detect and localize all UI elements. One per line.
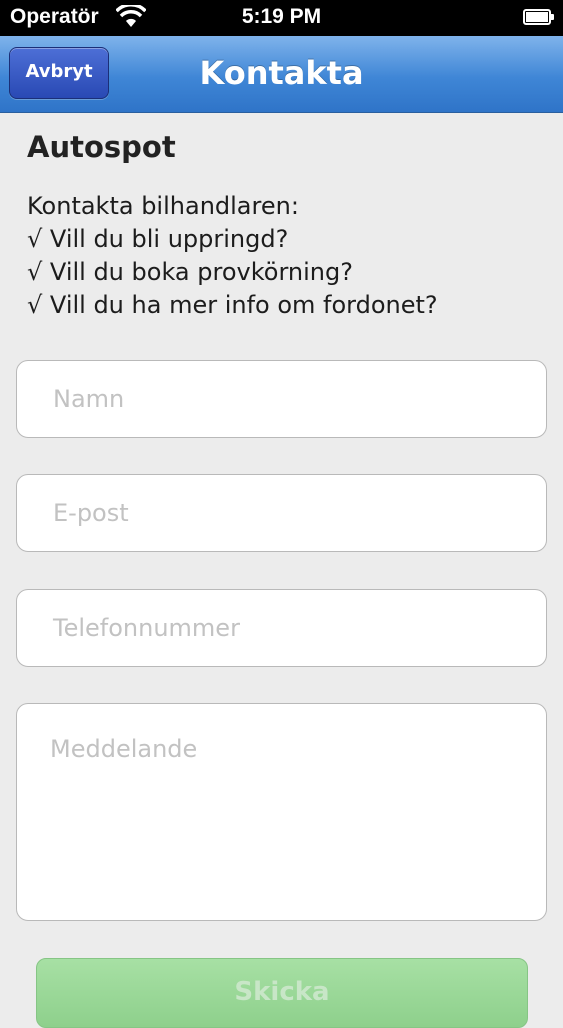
intro-text: Kontakta bilhandlaren: √ Vill du bli upp… xyxy=(27,190,438,322)
intro-line: Kontakta bilhandlaren: xyxy=(27,192,299,220)
send-button[interactable]: Skicka xyxy=(36,958,528,1028)
intro-line: √ Vill du bli uppringd? xyxy=(27,225,289,253)
battery-icon xyxy=(523,9,554,25)
status-bar: Operatör 5:19 PM xyxy=(0,0,563,36)
navigation-bar: Avbryt Kontakta xyxy=(0,36,563,113)
page-title: Kontakta xyxy=(199,54,364,92)
dealer-name: Autospot xyxy=(27,130,176,164)
email-field[interactable]: E-post xyxy=(16,474,547,552)
clock: 5:19 PM xyxy=(241,5,322,28)
name-field[interactable]: Namn xyxy=(16,360,547,438)
phone-field[interactable]: Telefonnummer xyxy=(16,589,547,667)
intro-line: √ Vill du ha mer info om fordonet? xyxy=(27,291,438,319)
intro-line: √ Vill du boka provkörning? xyxy=(27,258,353,286)
message-field[interactable]: Meddelande xyxy=(16,703,547,921)
